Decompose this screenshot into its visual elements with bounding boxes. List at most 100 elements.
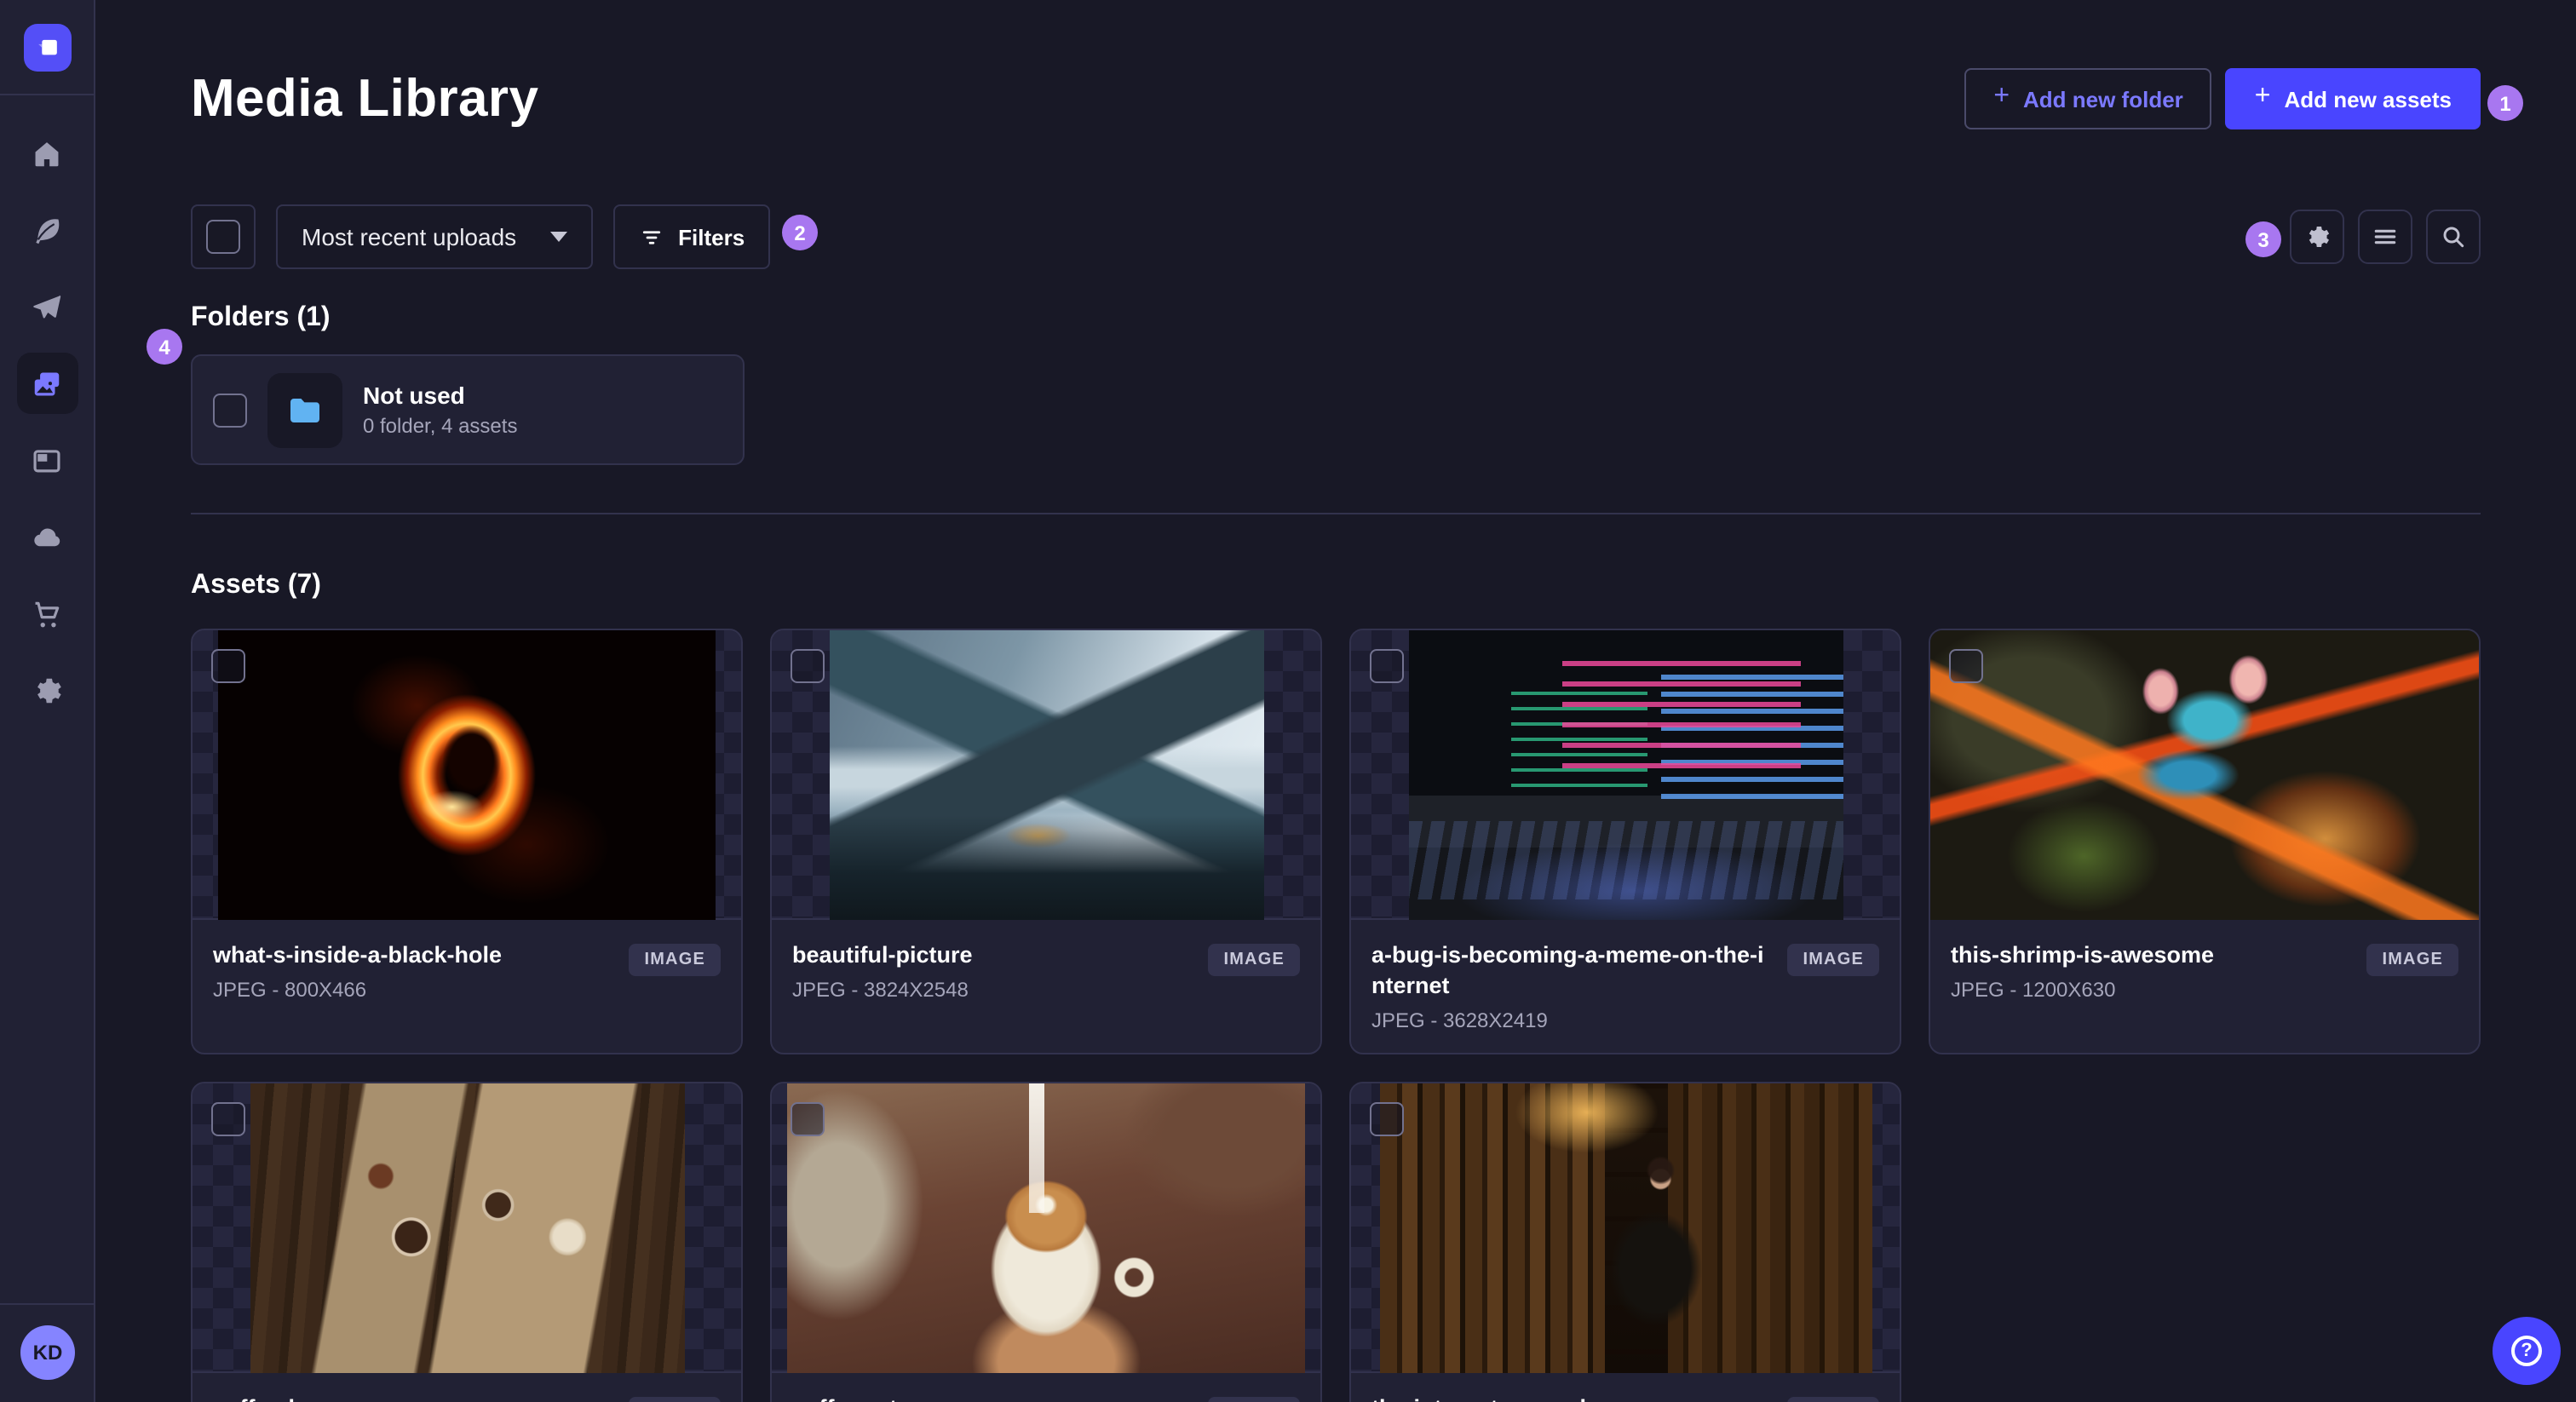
media-library-page: KD Media Library + Add new folder + Add … — [0, 0, 2576, 1402]
add-new-folder-button[interactable]: + Add new folder — [1964, 68, 2212, 129]
asset-checkbox[interactable] — [1949, 649, 1983, 683]
folder-name: Not used — [363, 382, 465, 409]
asset-title: beautiful-picture — [792, 942, 973, 968]
asset-thumbnail — [1930, 630, 2479, 920]
select-all-checkbox[interactable] — [206, 220, 240, 254]
add-new-assets-button[interactable]: + Add new assets — [2225, 68, 2481, 129]
asset-type-badge: IMAGE — [1787, 944, 1879, 976]
user-avatar[interactable]: KD — [20, 1325, 75, 1380]
folder-card[interactable]: Not used 0 folder, 4 assets — [191, 354, 745, 465]
filter-icon — [643, 230, 661, 244]
asset-card[interactable]: beautiful-picture JPEG - 3824X2548 IMAGE — [770, 629, 1322, 1054]
asset-title: a-bug-is-becoming-a-meme-on-the-internet — [1371, 942, 1764, 998]
sidebar-nav — [16, 95, 78, 721]
asset-meta: JPEG - 800X466 — [213, 978, 367, 1002]
sort-dropdown-value: Most recent uploads — [302, 223, 517, 250]
cart-icon — [31, 597, 63, 629]
help-button[interactable]: ? — [2493, 1317, 2561, 1385]
asset-info: this-shrimp-is-awesome JPEG - 1200X630 IMA… — [1930, 920, 2479, 1053]
asset-title: what-s-inside-a-black-hole — [213, 942, 503, 968]
asset-checkbox[interactable] — [1370, 1102, 1404, 1136]
asset-text: the-internet-s-own-boyJPEG - 1200X707 — [1371, 1393, 1774, 1402]
asset-thumbnail — [829, 630, 1263, 920]
annotation-badge-1: 1 — [2487, 85, 2523, 121]
asset-preview[interactable] — [1930, 630, 2479, 920]
sidebar-item-deploy[interactable] — [16, 506, 78, 567]
plus-icon: + — [2254, 82, 2271, 111]
asset-card[interactable]: the-internet-s-own-boyJPEG - 1200X707 IMA… — [1349, 1082, 1901, 1402]
asset-preview[interactable] — [1351, 630, 1900, 920]
asset-text: a-bug-is-becoming-a-meme-on-the-internet… — [1371, 940, 1774, 1032]
asset-grid: what-s-inside-a-black-hole JPEG - 800X466… — [191, 629, 2481, 1402]
asset-checkbox[interactable] — [1370, 649, 1404, 683]
list-icon — [2374, 229, 2396, 244]
search-button[interactable] — [2426, 210, 2481, 264]
asset-info: coffee-beansJPEG - 5021X3347 IMAGE — [193, 1373, 741, 1402]
asset-card[interactable]: coffee-artJPEG - 5824X3259 IMAGE — [770, 1082, 1322, 1402]
asset-preview[interactable] — [772, 1083, 1320, 1373]
asset-info: coffee-artJPEG - 5824X3259 IMAGE — [772, 1373, 1320, 1402]
list-view-button[interactable] — [2358, 210, 2412, 264]
asset-title: coffee-art — [792, 1393, 1194, 1402]
asset-checkbox[interactable] — [791, 1102, 825, 1136]
sidebar-item-content-type-builder[interactable] — [16, 429, 78, 491]
main-content: Media Library + Add new folder + Add new… — [95, 0, 2576, 1402]
folders-heading: Folders (1) — [191, 303, 331, 332]
gear-icon — [2309, 227, 2330, 247]
asset-meta: JPEG - 1200X630 — [1951, 978, 2116, 1002]
asset-type-badge: IMAGE — [629, 944, 721, 976]
folder-icon — [290, 398, 319, 422]
asset-checkbox[interactable] — [211, 649, 245, 683]
asset-preview[interactable] — [193, 1083, 741, 1373]
strapi-logo-icon — [37, 39, 56, 55]
folder-meta: 0 folder, 4 assets — [363, 414, 518, 438]
asset-info: what-s-inside-a-black-hole JPEG - 800X466… — [193, 920, 741, 1053]
layout-icon — [31, 444, 63, 476]
section-divider — [191, 513, 2481, 514]
folder-checkbox[interactable] — [213, 393, 247, 427]
asset-card[interactable]: coffee-beansJPEG - 5021X3347 IMAGE — [191, 1082, 743, 1402]
view-settings-button[interactable] — [2290, 210, 2344, 264]
sort-dropdown[interactable]: Most recent uploads — [276, 204, 594, 269]
cloud-icon — [31, 520, 63, 553]
asset-card[interactable]: this-shrimp-is-awesome JPEG - 1200X630 IMA… — [1929, 629, 2481, 1054]
toolbar-right — [2290, 210, 2481, 264]
asset-type-badge: IMAGE — [2366, 944, 2458, 976]
asset-preview[interactable] — [1351, 1083, 1900, 1373]
asset-text: coffee-beansJPEG - 5021X3347 — [213, 1393, 615, 1402]
filters-button[interactable]: Filters — [613, 204, 771, 269]
folders-section: Folders (1) Not used 0 folder, 4 assets — [191, 303, 2481, 465]
asset-preview[interactable] — [193, 630, 741, 920]
asset-meta: JPEG - 3628X2419 — [1371, 1008, 1548, 1032]
sidebar-bottom-divider — [0, 1303, 95, 1305]
asset-meta: JPEG - 3824X2548 — [792, 978, 969, 1002]
asset-preview[interactable] — [772, 630, 1320, 920]
filters-label: Filters — [678, 224, 745, 250]
asset-checkbox[interactable] — [211, 1102, 245, 1136]
asset-title: coffee-beans — [213, 1393, 615, 1402]
asset-info: a-bug-is-becoming-a-meme-on-the-internet… — [1351, 920, 1900, 1053]
asset-info: beautiful-picture JPEG - 3824X2548 IMAGE — [772, 920, 1320, 1053]
asset-thumbnail — [250, 1083, 684, 1373]
add-new-folder-label: Add new folder — [2023, 86, 2183, 112]
asset-checkbox[interactable] — [791, 649, 825, 683]
plus-icon: + — [1993, 82, 2010, 111]
sidebar-item-media-library[interactable] — [16, 353, 78, 414]
asset-card[interactable]: what-s-inside-a-black-hole JPEG - 800X466… — [191, 629, 743, 1054]
sidebar-item-home[interactable] — [16, 123, 78, 184]
sidebar-item-content-manager[interactable] — [16, 199, 78, 261]
annotation-badge-2: 2 — [782, 215, 818, 250]
sidebar-item-marketplace[interactable] — [16, 583, 78, 644]
gear-icon — [31, 674, 63, 706]
add-new-assets-label: Add new assets — [2284, 86, 2452, 112]
asset-text: what-s-inside-a-black-hole JPEG - 800X466 — [213, 940, 615, 1002]
asset-text: coffee-artJPEG - 5824X3259 — [792, 1393, 1194, 1402]
strapi-logo[interactable] — [23, 24, 71, 72]
asset-card[interactable]: a-bug-is-becoming-a-meme-on-the-internet… — [1349, 629, 1901, 1054]
page-header: Media Library + Add new folder + Add new… — [191, 0, 2481, 129]
asset-text: this-shrimp-is-awesome JPEG - 1200X630 — [1951, 940, 2353, 1002]
sidebar-item-releases[interactable] — [16, 276, 78, 337]
asset-type-badge: IMAGE — [1208, 1397, 1300, 1402]
sidebar-bottom: KD — [0, 1303, 95, 1402]
sidebar-item-settings[interactable] — [16, 659, 78, 721]
